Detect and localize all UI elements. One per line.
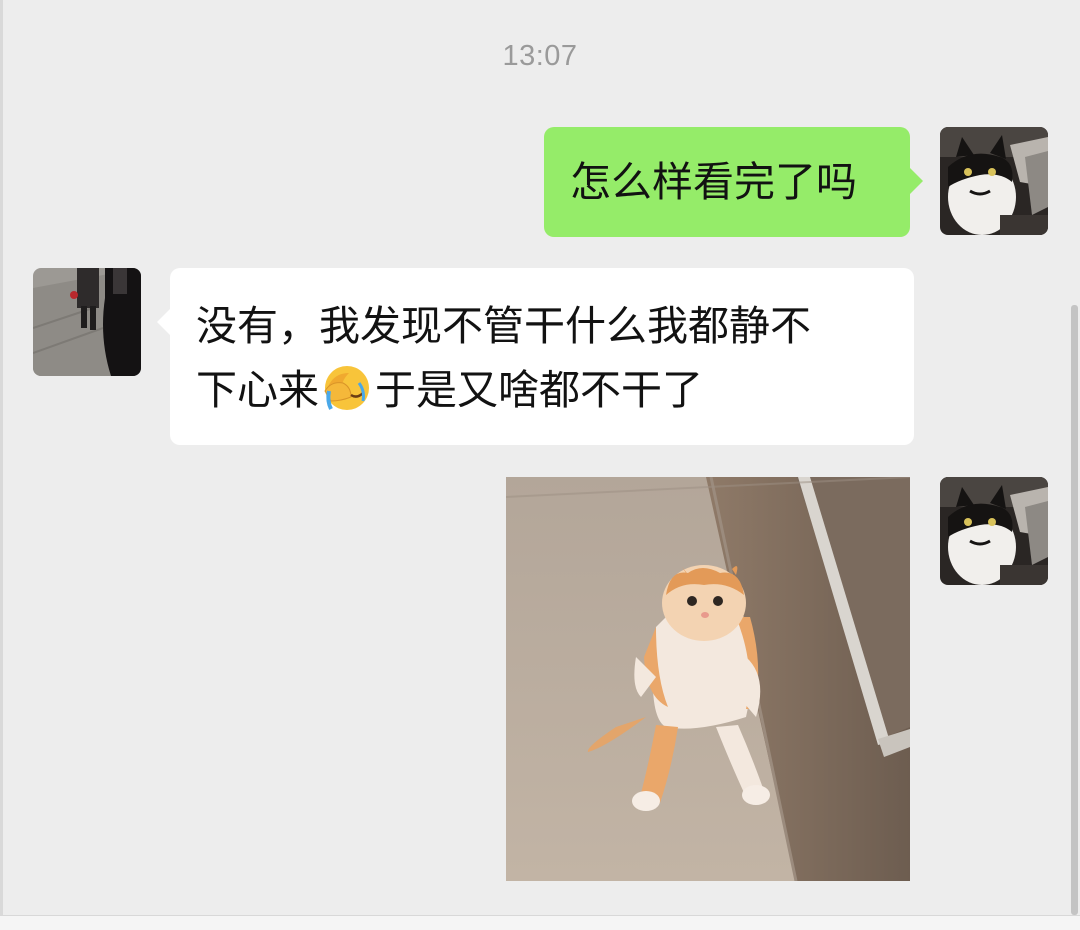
orange-white-cat-photo-icon	[506, 477, 910, 881]
message-text: 怎么样看完了吗	[570, 158, 857, 206]
scrollbar[interactable]	[1071, 305, 1078, 915]
message-text-segment: 于是又啥都不干了	[375, 366, 703, 414]
street-photo-avatar-icon	[33, 268, 141, 376]
chat-area[interactable]: 13:07 怎么样看完了吗 没有，我发现不管干什么我都静不 下心来 于是又啥都不…	[0, 0, 1080, 930]
message-text-line-1: 没有，我发现不管干什么我都静不	[196, 302, 811, 350]
message-text-segment: 下心来	[196, 366, 319, 414]
contact-avatar[interactable]	[33, 268, 141, 376]
cat-avatar-icon	[940, 127, 1048, 235]
message-text-line-2: 下心来 于是又啥都不干了	[196, 358, 894, 422]
left-edge-divider	[0, 0, 3, 929]
sent-message-bubble[interactable]: 怎么样看完了吗	[544, 127, 923, 237]
message-timestamp: 13:07	[502, 40, 578, 72]
received-message-bubble[interactable]: 没有，我发现不管干什么我都静不 下心来 于是又啥都不干了	[157, 268, 914, 445]
sent-image-message[interactable]	[506, 477, 910, 881]
self-avatar[interactable]	[940, 477, 1048, 585]
input-bar-edge	[0, 915, 1080, 930]
cat-avatar-icon	[940, 477, 1048, 585]
self-avatar[interactable]	[940, 127, 1048, 235]
face-with-hand-over-eyes-crying-emoji-icon	[324, 366, 369, 410]
